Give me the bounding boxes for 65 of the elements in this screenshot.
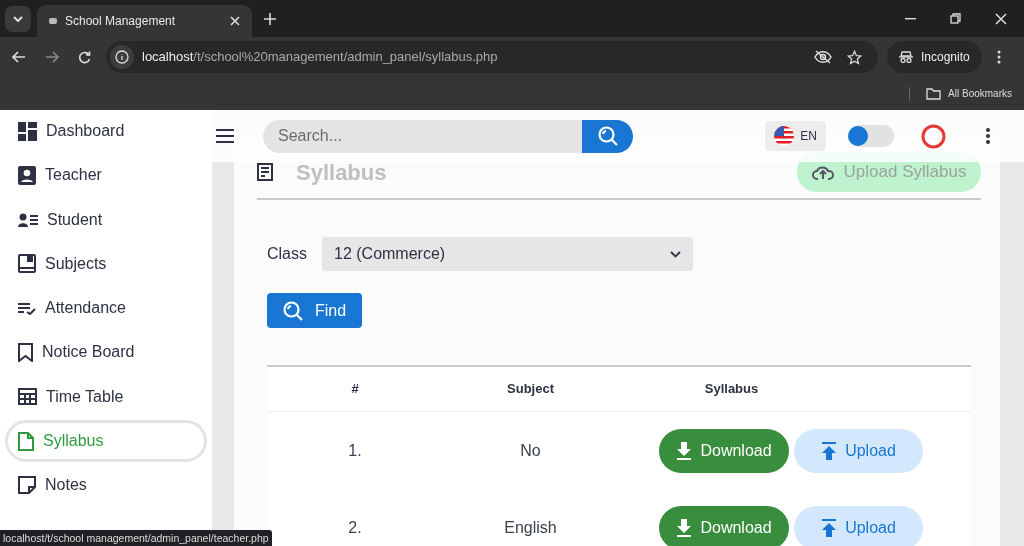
more-icon[interactable]: [986, 128, 990, 144]
search-button[interactable]: [582, 119, 633, 153]
upload-button[interactable]: Upload: [794, 505, 923, 546]
document-icon: [18, 431, 34, 451]
download-button[interactable]: Download: [659, 505, 789, 546]
bookmarks-button[interactable]: All Bookmarks: [926, 86, 1012, 101]
status-bar: localhost/t/school management/admin_panel/teacher.php: [0, 530, 272, 546]
class-label: Class: [267, 244, 308, 264]
subject-name: No: [519, 440, 542, 461]
minimize-icon[interactable]: [905, 17, 916, 20]
search-field[interactable]: Search...: [263, 119, 582, 153]
column-header: Syllabus: [703, 380, 760, 399]
person-list-icon: [18, 212, 38, 227]
reload-icon[interactable]: [78, 50, 91, 64]
chevron-down-icon: [13, 15, 23, 22]
incognito-icon: [899, 51, 913, 63]
person-icon: [18, 165, 36, 185]
page-title: Syllabus: [296, 158, 388, 187]
restore-icon[interactable]: [950, 13, 961, 24]
info-icon[interactable]: [110, 45, 134, 69]
search-icon: [597, 126, 618, 146]
close-icon[interactable]: [230, 16, 240, 26]
cloud-upload-icon: [811, 164, 834, 180]
find-button[interactable]: Find: [267, 293, 362, 328]
close-icon[interactable]: [995, 12, 1007, 25]
chevron-down-icon: [670, 250, 681, 258]
search-icon: [282, 300, 303, 321]
grid-icon: [18, 388, 37, 406]
site-icon: [49, 18, 57, 24]
address-bar[interactable]: localhost/t/school%20management/admin_panel/syllabus.php: [106, 41, 878, 73]
tab-list-button[interactable]: [5, 5, 31, 32]
ring-icon[interactable]: [921, 123, 946, 149]
sidebar-item[interactable]: Syllabus: [5, 420, 207, 463]
subject-name: English: [503, 517, 558, 538]
back-icon[interactable]: [12, 51, 26, 63]
eye-slash-icon[interactable]: [814, 50, 832, 64]
browser-tab[interactable]: School Management: [37, 5, 252, 37]
theme-toggle[interactable]: [848, 125, 894, 147]
column-header: #: [350, 380, 360, 399]
checklist-icon: [18, 301, 36, 315]
forward-icon[interactable]: [45, 51, 59, 63]
note-icon: [18, 476, 36, 495]
url-text: localhost/t/school%20management/admin_panel/syllabus.php: [142, 48, 499, 67]
incognito-button[interactable]: Incognito: [887, 41, 982, 73]
bookmark-icon: [18, 343, 33, 362]
column-header: Subject: [506, 380, 555, 399]
book-icon: [18, 254, 36, 274]
language-button[interactable]: EN: [765, 121, 826, 151]
flag-icon: [774, 126, 795, 146]
star-icon[interactable]: [847, 49, 862, 65]
download-button[interactable]: Download: [659, 428, 789, 473]
upload-icon: [821, 518, 838, 537]
upload-icon: [821, 441, 838, 460]
row-number: 2.: [347, 517, 363, 538]
download-icon: [676, 441, 693, 460]
upload-button[interactable]: Upload: [794, 428, 923, 473]
tab-title: School Management: [65, 13, 177, 30]
class-select[interactable]: 12 (Commerce): [322, 237, 693, 271]
row-number: 1.: [347, 440, 363, 461]
menu-icon[interactable]: [216, 129, 234, 143]
folder-icon: [926, 87, 942, 100]
new-tab-icon[interactable]: [264, 12, 276, 25]
menu-icon[interactable]: [996, 50, 1001, 64]
dashboard-icon: [18, 121, 37, 141]
download-icon: [676, 518, 693, 537]
